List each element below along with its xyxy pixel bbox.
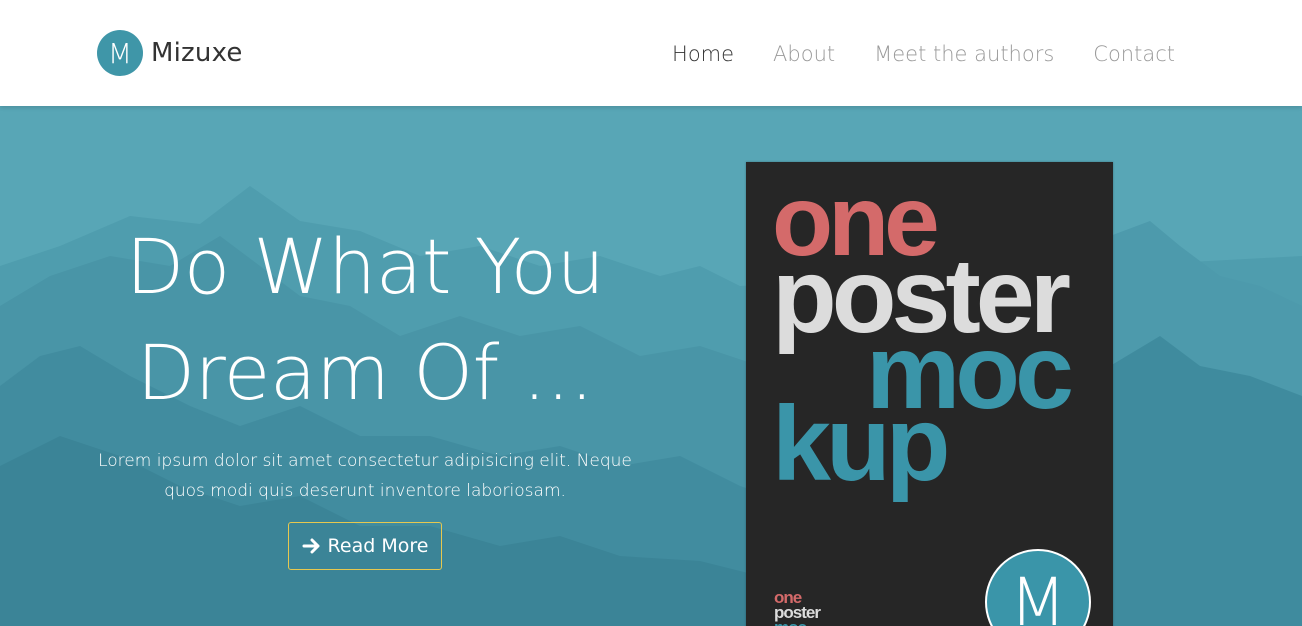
arrow-right-icon	[302, 538, 320, 554]
hero-subtitle: Lorem ipsum dolor sit amet consectetur a…	[98, 451, 632, 501]
poster-text-kup: kup	[772, 385, 950, 503]
read-more-button[interactable]: Read More	[288, 522, 442, 570]
hero-title-line-2: Dream Of ...	[136, 328, 594, 417]
nav-item-about[interactable]: About	[773, 40, 835, 68]
read-more-label: Read More	[327, 535, 429, 557]
poster-logo-icon: M	[985, 549, 1091, 626]
navbar: M Mizuxe Home About Meet the authors Con…	[0, 0, 1302, 106]
hero-title-line-1: Do What You	[125, 222, 605, 311]
brand-logo-icon: M	[97, 30, 143, 76]
nav-item-contact[interactable]: Contact	[1093, 40, 1175, 68]
brand-name: Mizuxe	[151, 38, 243, 68]
nav-item-meet-the-authors[interactable]: Meet the authors	[874, 40, 1054, 68]
nav-item-home[interactable]: Home	[672, 40, 734, 68]
poster-mockup-image: one poster moc kup one poster moc M	[746, 162, 1113, 626]
hero-title: Do What You Dream Of ...	[70, 214, 660, 426]
nav-menu: Home About Meet the authors Contact	[633, 40, 1175, 68]
hero-section: Do What You Dream Of ... Lorem ipsum dol…	[0, 106, 1302, 626]
hero-text-block: Do What You Dream Of ... Lorem ipsum dol…	[70, 214, 660, 570]
brand-link[interactable]: M Mizuxe	[97, 30, 243, 76]
poster-mini-text: one poster moc	[774, 589, 821, 626]
